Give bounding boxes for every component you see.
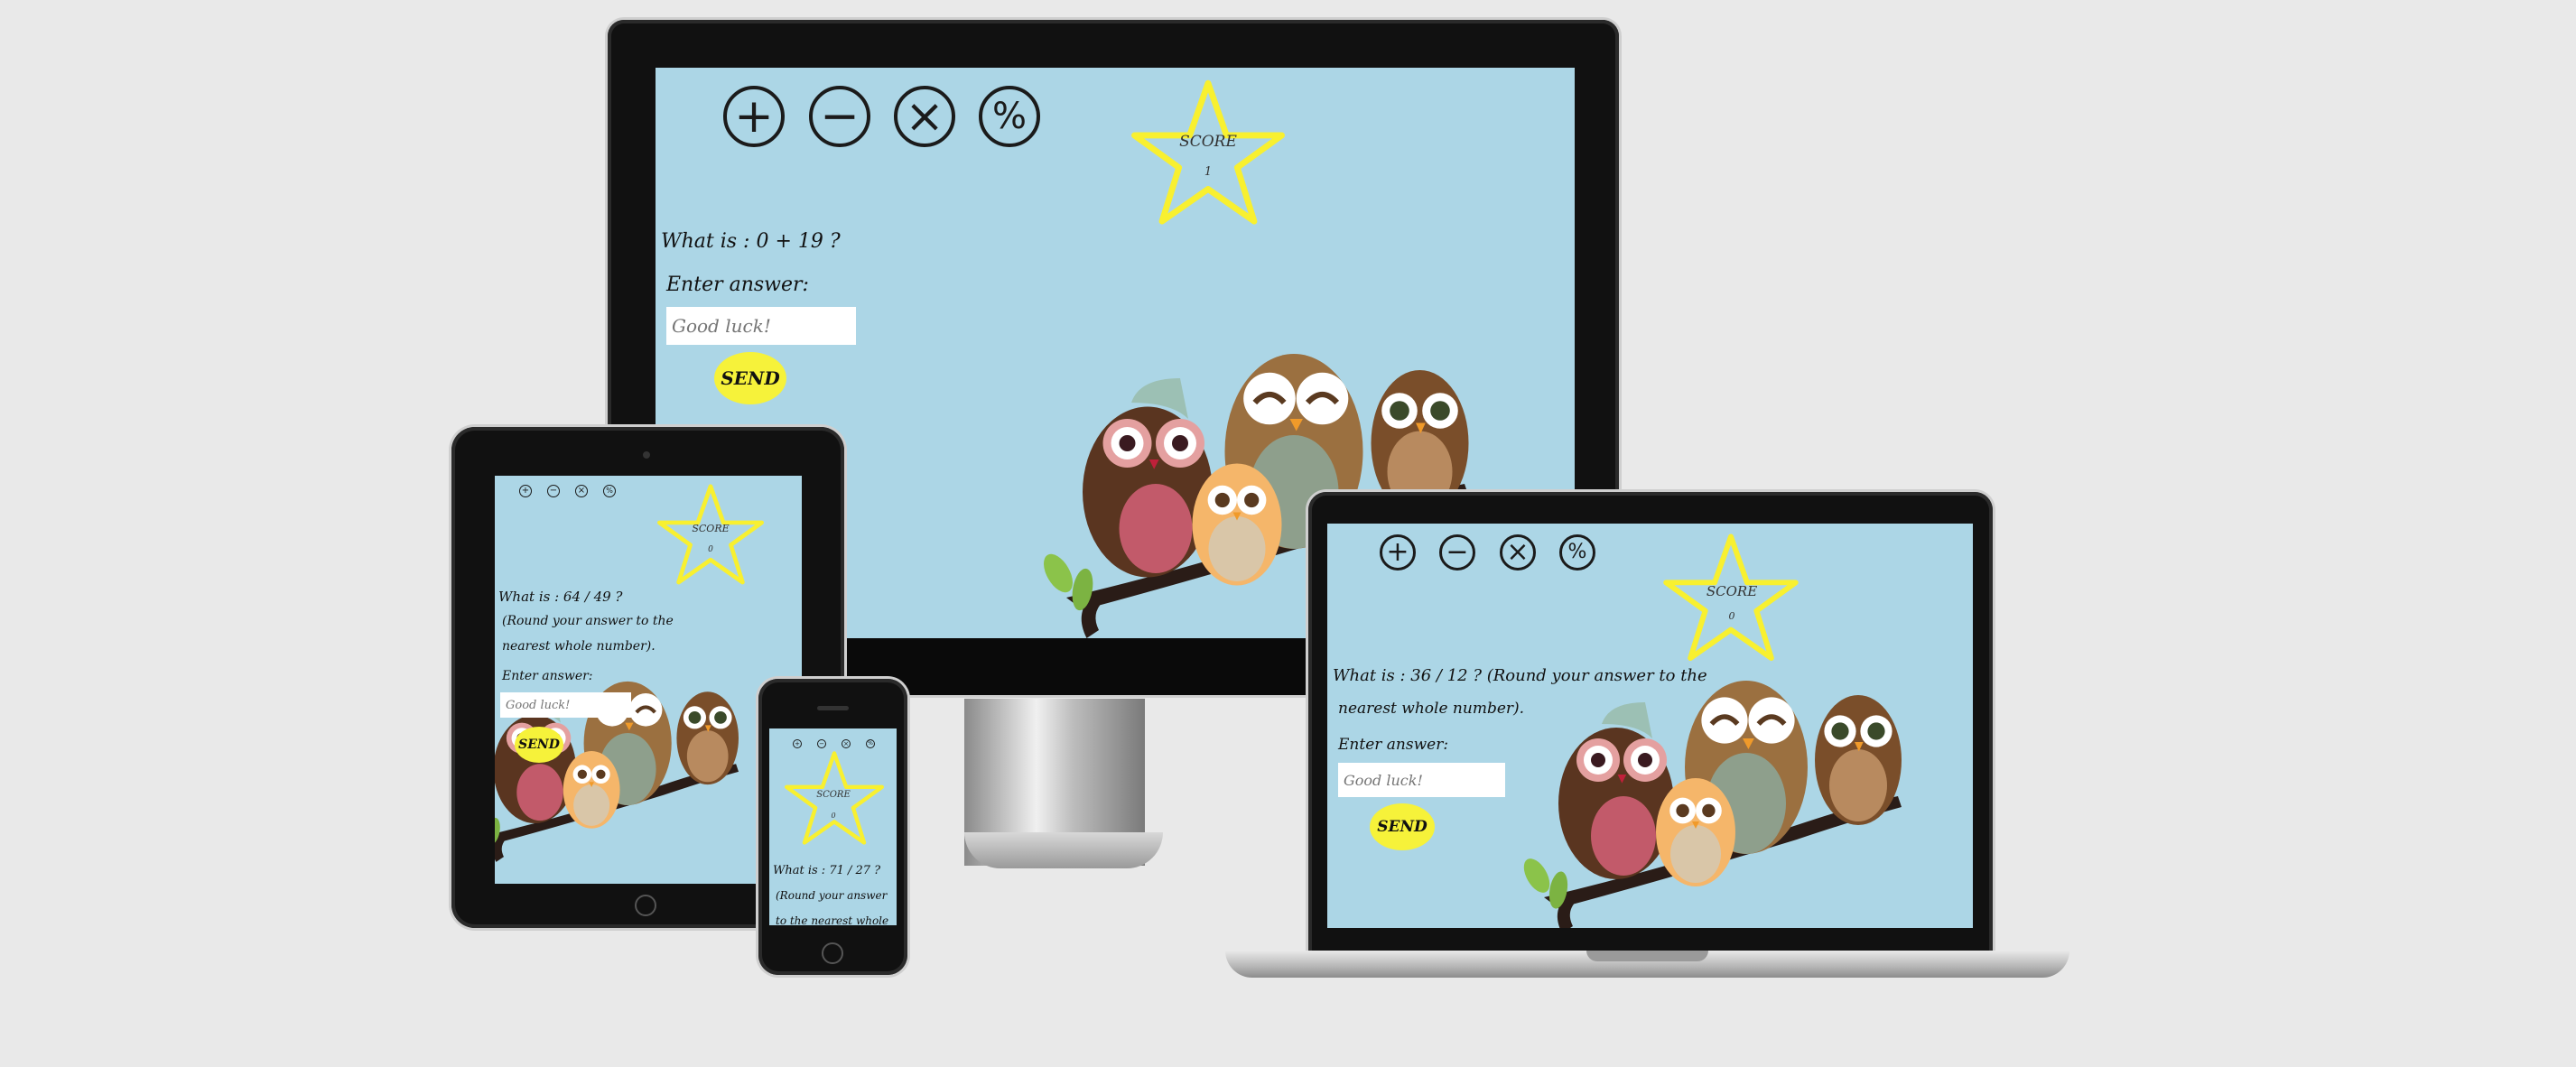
answer-input[interactable] [666, 307, 856, 345]
tablet-camera-icon [643, 451, 650, 459]
add-button[interactable]: + [519, 485, 532, 497]
question-text-line2: (Round your answer [776, 889, 888, 902]
owls-illustration [1472, 659, 1973, 928]
phone-screen: + − × % SCORE 0 What is : 71 / 27 ? (Rou… [769, 728, 897, 925]
score-star-icon [1131, 79, 1285, 227]
plus-icon: + [734, 89, 774, 144]
answer-input[interactable] [500, 692, 631, 718]
percent-icon: % [1567, 541, 1587, 563]
answer-input[interactable] [1338, 763, 1505, 797]
phone-speaker [817, 706, 849, 710]
plus-icon: + [521, 486, 530, 496]
subtract-button[interactable]: − [547, 485, 560, 497]
add-button[interactable]: + [793, 739, 802, 748]
score-value: 0 [708, 545, 713, 554]
subtract-button[interactable]: − [809, 86, 870, 147]
send-button[interactable]: SEND [1370, 803, 1435, 850]
multiply-icon: × [577, 486, 586, 496]
multiply-button[interactable]: × [894, 86, 955, 147]
question-text-line3: nearest whole number). [502, 639, 656, 654]
multiply-button[interactable]: × [575, 485, 588, 497]
phone-device: + − × % SCORE 0 What is : 71 / 27 ? (Rou… [758, 679, 907, 975]
percent-icon: % [868, 740, 873, 747]
minus-icon: − [549, 486, 558, 496]
score-label: SCORE [692, 523, 730, 534]
minus-icon: − [820, 89, 860, 144]
monitor-base [964, 832, 1163, 868]
percent-button[interactable]: % [1559, 534, 1595, 571]
percent-icon: % [606, 487, 613, 495]
score-star-icon [657, 483, 764, 587]
score-value: 0 [1728, 610, 1735, 622]
percent-icon: % [991, 96, 1027, 137]
multiply-icon: × [1506, 536, 1530, 568]
multiply-icon: × [905, 89, 944, 144]
percent-button[interactable]: % [603, 485, 616, 497]
add-button[interactable]: + [1380, 534, 1416, 571]
score-value: 1 [1204, 165, 1213, 179]
minus-icon: − [819, 739, 824, 747]
percent-button[interactable]: % [979, 86, 1040, 147]
enter-answer-label: Enter answer: [666, 274, 809, 296]
send-button[interactable]: SEND [515, 727, 563, 763]
phone-home-button[interactable] [822, 942, 843, 964]
score-label: SCORE [1706, 583, 1758, 599]
laptop-device: + − × % SCORE 0 What is : 36 / 12 ? (Rou… [1225, 492, 2069, 984]
question-text: What is : 71 / 27 ? [773, 864, 881, 877]
send-button[interactable]: SEND [714, 352, 786, 404]
tablet-home-button[interactable] [635, 895, 656, 916]
question-text: What is : 64 / 49 ? [498, 589, 623, 605]
multiply-button[interactable]: × [1500, 534, 1536, 571]
enter-answer-label: Enter answer: [1338, 736, 1449, 754]
percent-button[interactable]: % [866, 739, 875, 748]
multiply-icon: × [843, 739, 849, 747]
laptop-screen: + − × % SCORE 0 What is : 36 / 12 ? (Rou… [1327, 524, 1973, 928]
score-label: SCORE [816, 790, 851, 800]
plus-icon: + [1386, 536, 1409, 568]
plus-icon: + [795, 739, 800, 747]
multiply-button[interactable]: × [842, 739, 851, 748]
add-button[interactable]: + [723, 86, 785, 147]
owls-illustration [495, 679, 740, 864]
score-label: SCORE [1179, 133, 1237, 151]
subtract-button[interactable]: − [1439, 534, 1475, 571]
question-text-line3: to the nearest whole [776, 914, 889, 925]
laptop-notch [1586, 951, 1708, 961]
tablet-screen: + − × % SCORE 0 What is : 64 / 49 ? (Rou… [495, 476, 802, 884]
score-value: 0 [831, 812, 836, 820]
question-text-line2: (Round your answer to the [502, 614, 674, 628]
subtract-button[interactable]: − [817, 739, 826, 748]
minus-icon: − [1446, 536, 1469, 568]
question-text: What is : 0 + 19 ? [661, 230, 841, 253]
